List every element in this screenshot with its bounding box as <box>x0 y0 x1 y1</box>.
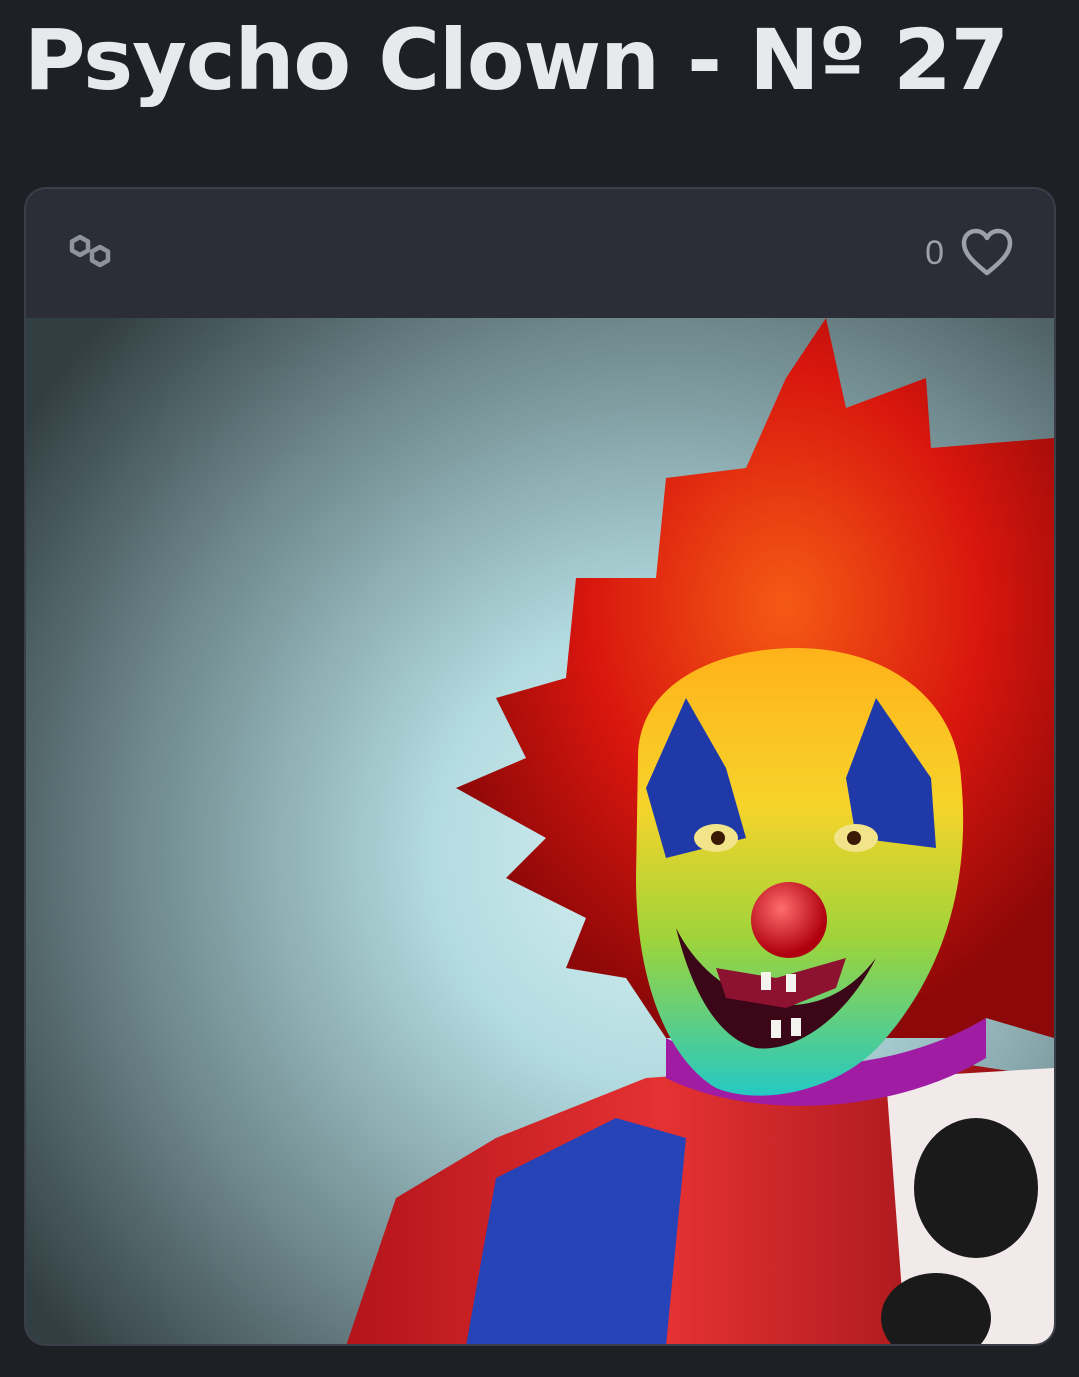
like-count: 0 <box>925 234 944 272</box>
nft-card: 0 <box>24 187 1056 1346</box>
nft-detail-page: Psycho Clown - Nº 27 0 <box>0 0 1079 1377</box>
polygon-icon[interactable] <box>66 231 114 271</box>
page-title: Psycho Clown - Nº 27 <box>24 11 1009 109</box>
card-header: 0 <box>26 189 1054 318</box>
nft-artwork[interactable] <box>26 318 1054 1344</box>
heart-icon[interactable] <box>960 228 1014 278</box>
like-control[interactable]: 0 <box>925 227 1014 279</box>
clown-artwork-image <box>26 318 1054 1344</box>
